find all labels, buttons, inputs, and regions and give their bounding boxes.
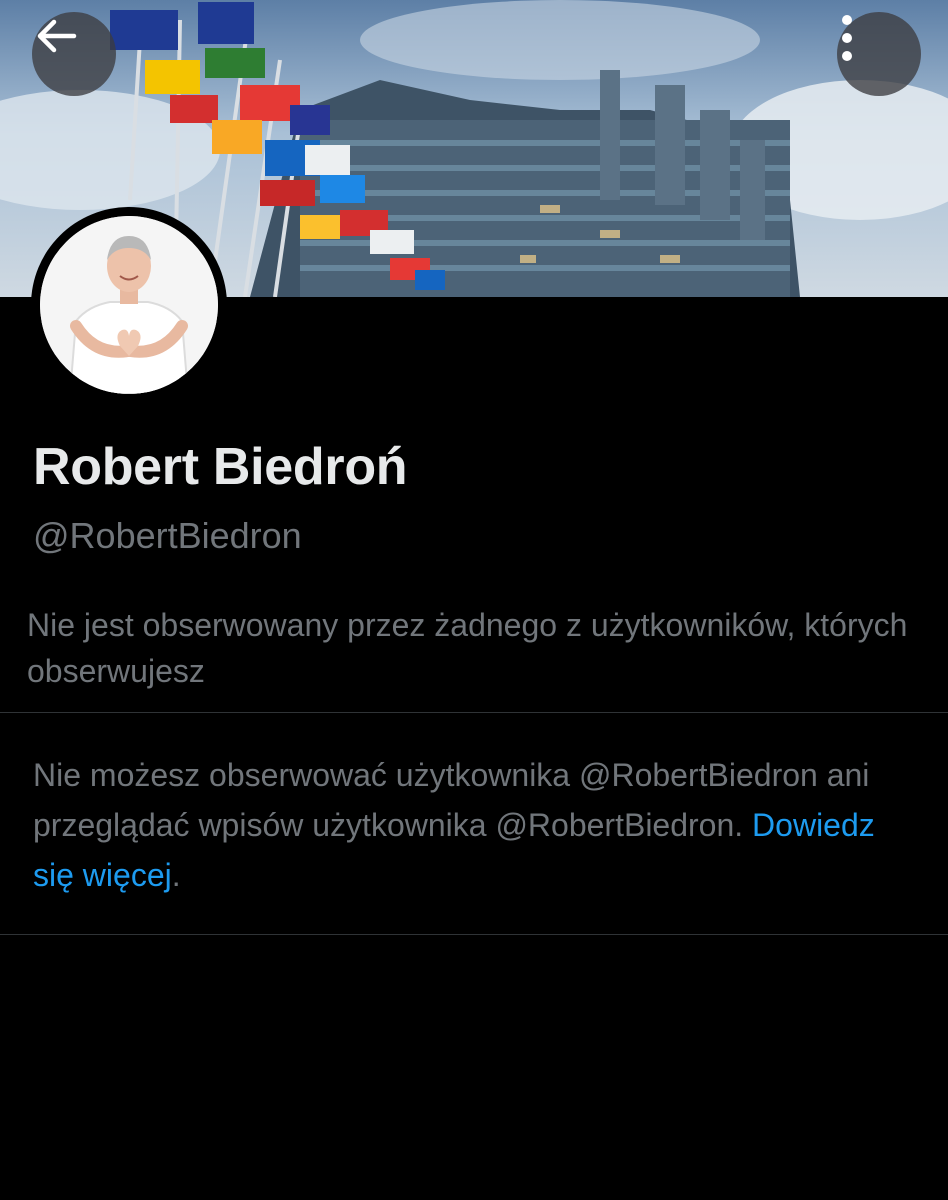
back-button[interactable] xyxy=(32,12,116,96)
avatar-photo xyxy=(40,216,218,394)
section-divider xyxy=(0,712,948,713)
blocked-message-suffix: . xyxy=(171,857,181,893)
user-handle: @RobertBiedron xyxy=(33,515,302,556)
person-photo-icon xyxy=(40,216,218,394)
blocked-message: Nie możesz obserwować użytkownika @Rober… xyxy=(33,750,923,900)
followers-you-know-note: Nie jest obserwowany przez żadnego z uży… xyxy=(27,607,908,689)
more-options-button[interactable] xyxy=(837,12,921,96)
display-name: Robert Biedroń xyxy=(33,438,408,496)
avatar[interactable] xyxy=(31,207,227,403)
more-vertical-icon xyxy=(842,15,852,61)
section-divider-bottom xyxy=(0,934,948,935)
arrow-left-icon xyxy=(37,19,77,53)
blocked-message-text: Nie możesz obserwować użytkownika @Rober… xyxy=(33,757,870,843)
